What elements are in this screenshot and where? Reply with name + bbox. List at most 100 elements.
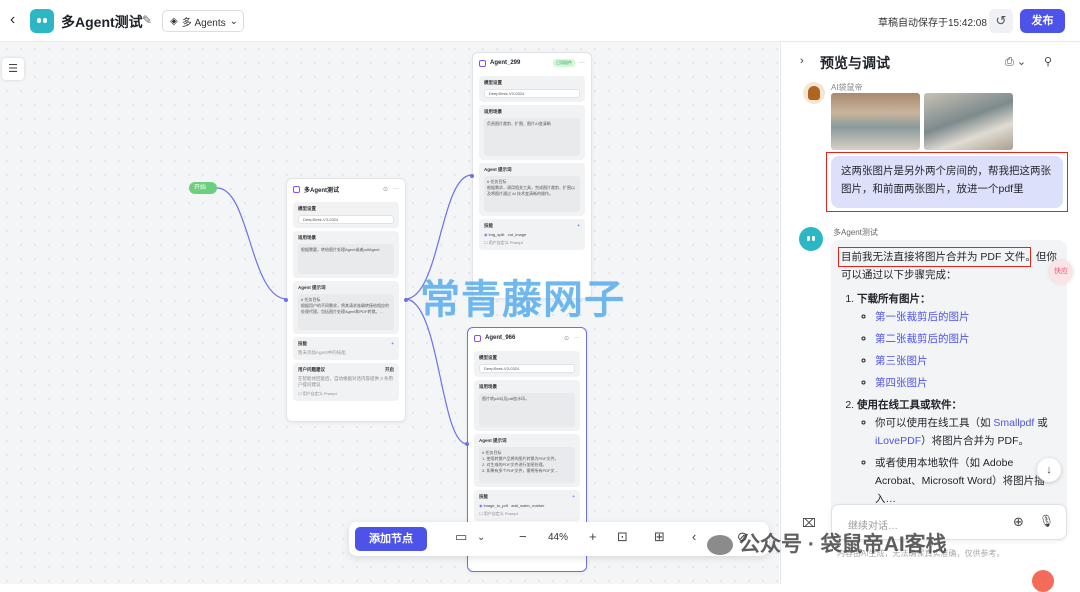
main-agent-node[interactable]: 多Agent测试 ⊙ ··· 模型设置 DeepSeek-V3-0324 适用场…: [284, 178, 408, 422]
node-title: 多Agent测试: [304, 187, 339, 194]
skill-name: img_split: [488, 232, 505, 237]
smallpdf-link[interactable]: Smallpdf: [993, 417, 1034, 429]
layers-icon: ◈: [170, 15, 178, 27]
debug-view-icon[interactable]: ⎙ ⌄: [1005, 55, 1026, 69]
save-status: 草稿自动保存于15:42:08: [878, 18, 987, 29]
skills-empty-text: 暂未添加Agent中的技能: [298, 350, 346, 355]
prompt-text[interactable]: # 任务目标 根据需求，调用相关工具，完成图片裁剪、扩图以及将图片通过 AI 技…: [484, 176, 580, 212]
add-skill-icon[interactable]: +: [391, 341, 394, 347]
step-item: 下载所有图片： 第一张裁剪后的图片 第二张裁剪后的图片 第三张图片 第四张图片: [857, 290, 1057, 392]
agent-icon: [474, 334, 481, 342]
add-node-button[interactable]: 添加节点: [355, 527, 427, 551]
wechat-watermark: 公众号 · 袋鼠帝AI客栈: [707, 528, 947, 558]
settings-icon[interactable]: ⊙: [383, 186, 388, 193]
section-label: 适用场景: [479, 384, 497, 389]
input-port[interactable]: [284, 298, 288, 302]
model-section: 模型设置 DeepSeek-V3-0324: [479, 76, 585, 102]
prompt-text[interactable]: # 任务目标 1. 使用转换产品将的图片转换为PDF文件。 2. 对生成的PDF…: [479, 447, 575, 483]
scenario-text[interactable]: 图片转pdf以及pdf加水印。: [479, 393, 575, 427]
chevron-down-icon[interactable]: ⌄: [477, 532, 485, 543]
image-link[interactable]: 第二张裁剪后的图片: [875, 333, 970, 345]
microphone-icon[interactable]: 🎙: [1039, 514, 1054, 528]
section-label: Agent 提示词: [298, 285, 326, 290]
publish-button[interactable]: 发布: [1020, 9, 1065, 33]
room-photo-2[interactable]: [924, 93, 1013, 150]
minimap-icon[interactable]: ▭: [455, 529, 467, 545]
step-title: 下载所有图片：: [857, 293, 931, 305]
quick-reply-button[interactable]: 快应: [1049, 260, 1073, 284]
settings-icon[interactable]: ⊙: [564, 335, 569, 342]
add-skill-icon[interactable]: +: [572, 494, 575, 500]
panel-title: 预览与调试: [820, 55, 890, 71]
ilovepdf-link[interactable]: iLovePDF: [875, 435, 921, 447]
history-button[interactable]: ↺: [989, 9, 1013, 33]
suggest-text: 在智能体回复后，自动根据对话内容提供 3 条用户提问建议: [298, 376, 394, 387]
model-select[interactable]: DeepSeek-V3-0324: [298, 215, 394, 224]
custom-prompt-checkbox[interactable]: ☐ 用户自定义 Prompt: [484, 240, 580, 246]
agent-icon: [293, 185, 300, 193]
suggest-toggle[interactable]: 开启: [385, 367, 394, 373]
user-name: AI袋鼠帝: [831, 83, 863, 92]
section-label: 模型设置: [479, 355, 497, 360]
node-title: Agent_966: [485, 335, 516, 341]
room-photo-1[interactable]: [831, 93, 920, 150]
skills-section: 技能 + ◉ image_to_pdf add_water_marker ☐ 用户…: [474, 490, 580, 521]
add-skill-icon[interactable]: +: [577, 223, 580, 229]
output-port[interactable]: [404, 298, 408, 302]
skill-item[interactable]: ◉ image_to_pdf add_water_marker: [479, 503, 575, 508]
collapse-icon[interactable]: ‹: [692, 529, 696, 544]
fit-view-icon[interactable]: ⊡: [617, 529, 628, 545]
chevron-right-icon[interactable]: ›: [800, 55, 804, 67]
scenario-section: 适用场景 图片转pdf以及pdf加水印。: [474, 380, 580, 431]
edit-icon[interactable]: ✎: [142, 13, 152, 27]
arrow-down-icon: ↓: [1046, 464, 1052, 476]
workflow-canvas[interactable]: ☰ 开始 多Agent测试 ⊙ ··· 模型设置 DeepSeek-V3-032…: [0, 42, 779, 584]
zoom-level[interactable]: 44%: [548, 532, 568, 543]
input-port[interactable]: [465, 442, 469, 446]
input-port[interactable]: [470, 174, 474, 178]
node-title: Agent_299: [490, 60, 521, 66]
app-logo-icon: [30, 9, 54, 33]
start-node[interactable]: 开始: [189, 182, 217, 194]
assistant-float-icon[interactable]: [1032, 570, 1054, 592]
model-select[interactable]: DeepSeek-V3-0324: [484, 89, 580, 98]
skill-name: cut_image: [507, 232, 527, 237]
section-label: 技能: [479, 494, 488, 499]
prompt-section: Agent 提示词 # 任务目标 根据需求，调用相关工具，完成图片裁剪、扩图以及…: [479, 163, 585, 216]
watermark-text: 常青藤网子: [420, 277, 625, 323]
step-item: 使用在线工具或软件： 你可以使用在线工具（如 Smallpdf 或 iLoveP…: [857, 396, 1057, 508]
bot-name: 多Agent测试: [833, 228, 878, 237]
bullet-text: 你可以使用在线工具（如: [875, 417, 994, 429]
custom-prompt-checkbox[interactable]: ☐ 用户自定义 Prompt: [479, 511, 575, 517]
back-arrow-icon[interactable]: ‹: [10, 11, 15, 29]
wrench-icon[interactable]: ⚲: [1044, 55, 1052, 68]
agent-icon: [479, 59, 486, 67]
skill-item[interactable]: ◉ img_split cut_image: [484, 232, 580, 237]
zoom-out-icon[interactable]: −: [519, 529, 527, 544]
zoom-in-icon[interactable]: +: [589, 529, 597, 544]
model-select[interactable]: DeepSeek-V3-0324: [479, 364, 575, 373]
image-link[interactable]: 第一张裁剪后的图片: [875, 311, 970, 323]
custom-prompt-label: 用户自定义 Prompt: [488, 240, 523, 245]
scenario-section: 适用场景 负责图片裁剪、扩图、图片AI变清晰: [479, 105, 585, 160]
section-label: 用户问题建议: [298, 367, 325, 372]
scroll-down-button[interactable]: ↓: [1037, 458, 1061, 482]
status-badge: 已用插件: [553, 59, 575, 67]
skill-name: image_to_pdf: [483, 503, 508, 508]
wechat-text: 公众号 · 袋鼠帝AI客栈: [739, 533, 947, 556]
agent-mode-select[interactable]: ◈ 多 Agents ⌄: [162, 10, 244, 32]
bot-avatar: [799, 227, 823, 251]
add-attachment-icon[interactable]: ⊕: [1013, 514, 1024, 530]
scenario-text[interactable]: 根据需要，转给图片处理Agent或者pdfAgent: [298, 244, 394, 274]
prompt-text[interactable]: # 任务目标 根据用户的不同需求，将其请求准确转接给相应的处理代理。包括图片处理…: [298, 294, 394, 330]
agent-299-node[interactable]: Agent_299 已用插件 ··· 模型设置 DeepSeek-V3-0324…: [470, 52, 592, 299]
scenario-text[interactable]: 负责图片裁剪、扩图、图片AI变清晰: [484, 118, 580, 156]
more-icon[interactable]: ···: [393, 186, 399, 192]
more-icon[interactable]: ···: [579, 60, 585, 66]
more-icon[interactable]: ···: [574, 335, 580, 341]
image-link[interactable]: 第四张图片: [875, 377, 928, 389]
layout-grid-icon[interactable]: ⊞: [654, 529, 665, 545]
image-link[interactable]: 第三张图片: [875, 355, 928, 367]
custom-prompt-checkbox[interactable]: ☐ 用户自定义 Prompt: [298, 391, 394, 397]
step-title: 使用在线工具或软件：: [857, 399, 962, 411]
